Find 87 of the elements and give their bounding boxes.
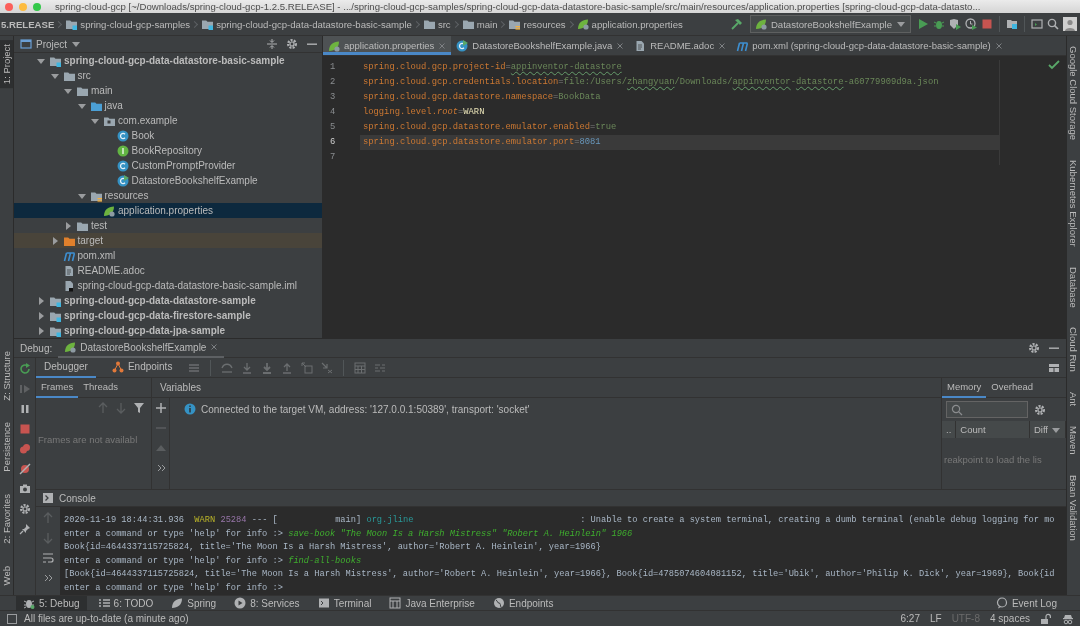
tool-window-tab[interactable]: Terminal [310,595,379,611]
tree-item[interactable]: application.properties [14,203,322,218]
tool-window-button[interactable]: 2: Favorites [0,490,13,548]
tree-item[interactable]: spring-cloud-gcp-data-datastore-basic-sample [14,53,322,68]
tool-window-button[interactable]: Z: Structure [0,346,13,405]
breadcrumb[interactable]: src [421,18,452,30]
tree-item[interactable]: spring-cloud-gcp-data-firestore-sample [14,308,322,323]
tool-window-tab[interactable]: Java Enterprise [382,595,482,611]
debugger-tab[interactable]: Debugger [36,357,96,378]
memory-tab[interactable]: Overhead [986,377,1039,398]
tree-item[interactable]: target [14,233,322,248]
tool-window-tab[interactable]: 5: Debug [16,595,87,611]
line-number: 1 [329,61,337,74]
line-number: 5 [329,121,337,134]
tree-item[interactable]: DatastoreBookshelfExample [14,173,322,188]
console-line: [Book{id=4644337115725824, title='The Moon Is a Harsh Mistress', author='Robert A. Heinlein', year=1966}, Book{id=4785074604081152, title='Ubik', author='Philip K. Dick', year=1969}, Book{id [64,568,1056,582]
tree-item[interactable]: CustomPromptProvider [14,158,322,173]
editor-tab[interactable]: pom.xml (spring-cloud-gcp-data-datastore-basic-sample) [731,36,1008,55]
tree-item[interactable]: BookRepository [14,143,322,158]
tool-window-tab[interactable]: Endpoints [485,595,561,611]
tree-item[interactable]: spring-cloud-gcp-data-datastore-sample [14,293,322,308]
tool-window-button[interactable]: Kubernetes Explorer [1067,156,1080,251]
column-header[interactable]: Count [956,421,1030,438]
tool-window-button[interactable]: Persistence [0,418,13,476]
project-view-dropdown[interactable]: Project [20,38,82,50]
tool-window-button[interactable]: Maven [1067,422,1080,459]
frames-tab[interactable]: Frames [36,377,79,398]
tree-item[interactable]: resources [14,188,322,203]
tool-window-button[interactable]: Web [0,561,13,589]
code-line: spring.cloud.gcp.credentials.location=file:/Users/zhangyuan/Downloads/appinventor-datastore-a60779909d9a.json [360,75,1000,90]
tool-window-button[interactable]: 1: Project [0,40,13,89]
code-line: spring.cloud.gcp.project-id=appinventor-datastore [360,60,1000,75]
line-number: 3 [329,91,337,104]
line-number: 4 [329,106,337,119]
tree-item[interactable]: spring-cloud-gcp-data-jpa-sample [14,323,322,338]
breadcrumb[interactable]: spring-cloud-gcp-data-datastore-basic-sample [200,18,413,30]
tool-window-tab[interactable]: 6: TODO [90,595,161,611]
code-line: logging.level.root=WARN [360,105,1000,120]
editor-tab[interactable]: application.properties [323,36,452,55]
tree-item[interactable]: main [14,83,322,98]
debug-label: Debug: [20,342,53,354]
line-number: 6 [329,136,337,149]
connection-message: Connected to the target VM, address: '127.0.0.1:50389', transport: 'socket' [201,403,530,415]
code-line: spring.cloud.gcp.datastore.namespace=BookData [360,90,1000,105]
debug-session-tab[interactable]: DatastoreBookshelfExample [58,338,225,358]
line-number: 2 [329,76,337,89]
run-configuration-dropdown[interactable]: DatastoreBookshelfExample [749,15,911,33]
console-tab[interactable]: Console [42,492,96,504]
tool-window-button[interactable]: Bean Validation [1067,470,1080,545]
tool-window-button[interactable]: Ant [1067,388,1080,411]
console-line: enter a command or type 'help' for info :> find-all-books [64,554,363,568]
status-item[interactable]: LF [929,613,942,624]
status-item[interactable]: 6:27 [900,613,920,624]
tool-window-tab[interactable]: Spring [164,595,224,611]
breadcrumb[interactable]: 5.RELEASE [0,18,56,30]
status-item[interactable]: 4 spaces [989,613,1030,624]
event-log-button[interactable]: Event Log [988,595,1064,611]
frames-tab[interactable]: Threads [78,377,124,398]
console-line: enter a command or type 'help' for info :> save-book "The Moon Is a Harsh Mistress" "Robert A. Heinlein" 1966 [64,527,634,541]
console-line: Book{id=4644337115725824, title='The Moon Is a Harsh Mistress', author='Robert A. Heinlein', year=1966} [64,541,602,555]
tree-item[interactable]: pom.xml [14,248,322,263]
debugger-tab[interactable]: Endpoints [103,357,181,378]
tree-item[interactable]: spring-cloud-gcp-data-datastore-basic-sample.iml [14,278,322,293]
column-header[interactable]: .. [942,421,957,438]
tool-window-button[interactable]: Google Cloud Storage [1067,42,1080,144]
memory-tab[interactable]: Memory [942,377,987,398]
tree-item[interactable]: test [14,218,322,233]
window-title: spring-cloud-gcp [~/Downloads/spring-cloud-gcp-1.2.5.RELEASE] - .../spring-cloud-gcp-samples/spring-cloud-gcp-data-datastore-basic-sample/src/main/resources/application.properties [spring-cloud-gcp-data-datasto... [55,1,981,12]
tool-window-button[interactable]: Cloud Run [1067,323,1080,377]
status-message: All files are up-to-date (a minute ago) [24,613,189,624]
tree-item[interactable]: com.example [14,113,322,128]
editor-tab[interactable]: README.adoc [629,36,732,55]
tool-window-tab[interactable]: 8: Services [227,595,307,611]
tool-window-button[interactable]: Database [1067,262,1080,312]
tree-item[interactable]: README.adoc [14,263,322,278]
editor-tab[interactable]: DatastoreBookshelfExample.java [451,36,630,55]
breadcrumb[interactable]: main [460,18,499,30]
console-line: 2020-11-19 18:44:31.936 WARN 25284 --- [ main] org.jline : Unable to create a system terminal, creating a dumb terminal (enable debug logging for mo [64,514,1056,527]
console-line: enter a command or type 'help' for info :> [64,581,284,595]
breadcrumb[interactable]: application.properties [575,18,684,30]
tree-item[interactable]: src [14,68,322,83]
tree-item[interactable]: java [14,98,322,113]
breadcrumb[interactable]: resources [507,18,567,30]
line-number: 7 [329,151,337,164]
variables-title: Variables [159,382,201,393]
breadcrumb[interactable]: spring-cloud-gcp-samples [64,18,192,30]
tree-item[interactable]: Book [14,128,322,143]
